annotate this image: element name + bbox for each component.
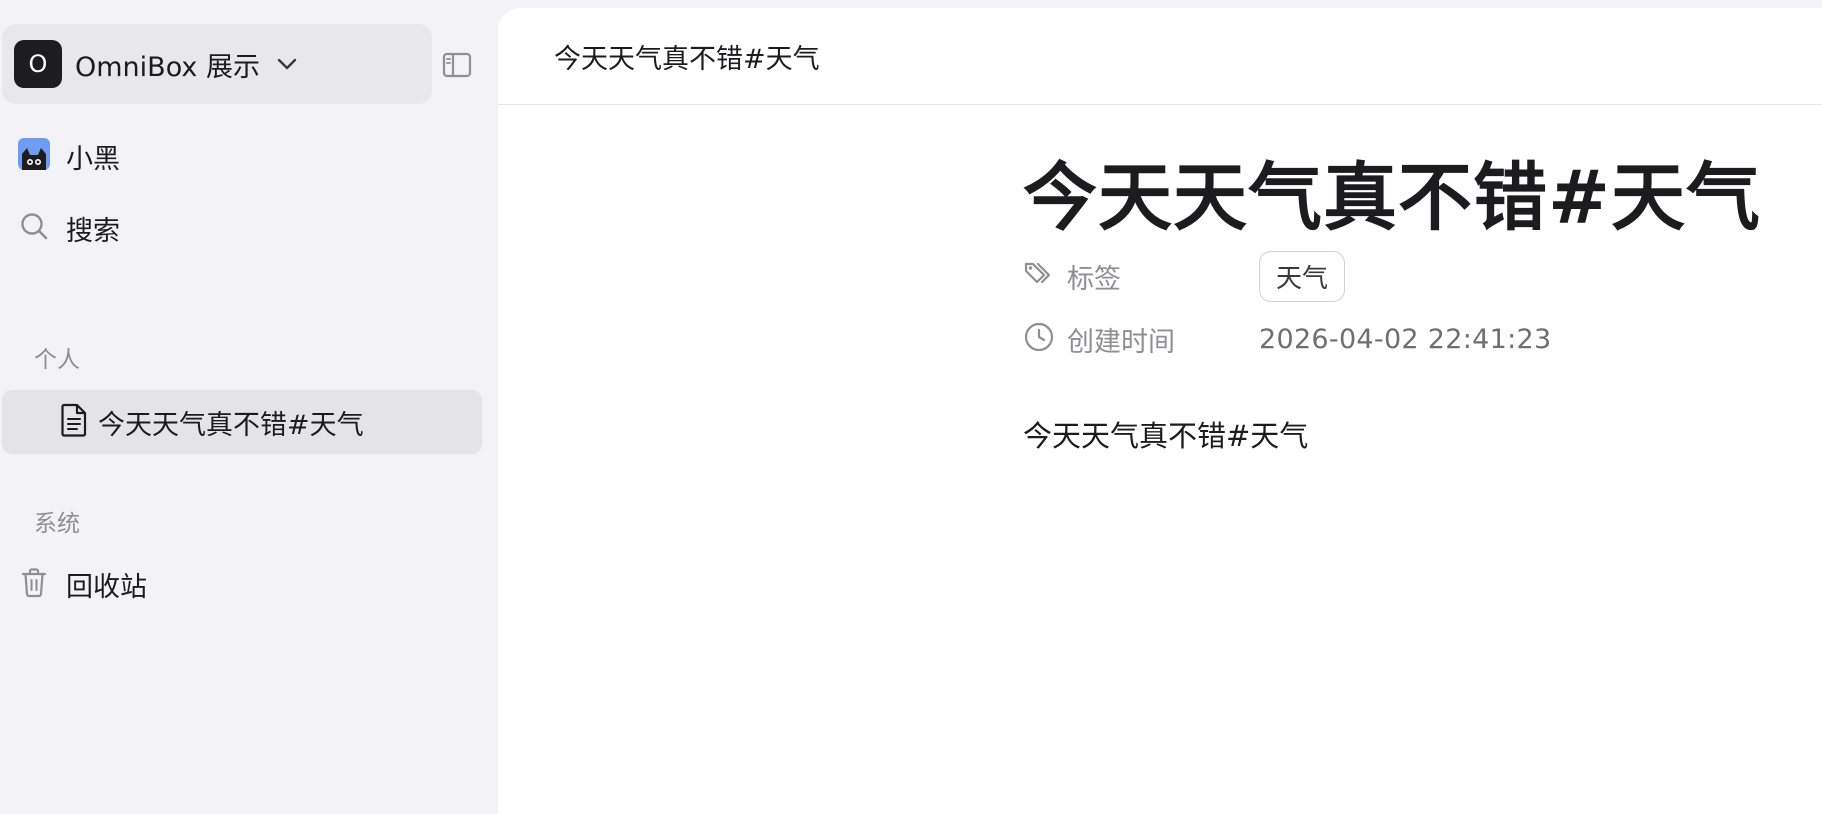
workspace-name: OmniBox 展示 — [75, 51, 260, 83]
property-created: 创建时间 2026-04-02 22:41:23 — [1023, 314, 1551, 364]
document-body[interactable]: 今天天气真不错#天气 — [1023, 413, 1308, 455]
document-pane: 今天天气真不错#天气 今天天气真不错#天气 标签 天气 创建时间 2026-04… — [498, 8, 1822, 814]
property-tags-label: 标签 — [1067, 263, 1121, 295]
section-system-label: 系统 — [34, 511, 80, 537]
nav-trash-label: 回收站 — [66, 571, 147, 603]
chevron-down-icon — [276, 53, 298, 75]
breadcrumb-title[interactable]: 今天天气真不错#天气 — [554, 37, 820, 76]
clock-icon — [1023, 321, 1055, 357]
document-icon — [60, 403, 88, 441]
document-title[interactable]: 今天天气真不错#天气 — [1023, 138, 1761, 245]
tag-icon — [1023, 258, 1055, 294]
property-created-key: 创建时间 — [1023, 320, 1259, 359]
property-created-label: 创建时间 — [1067, 326, 1175, 358]
nav-user-label: 小黑 — [66, 143, 120, 175]
nav-search[interactable]: 搜索 — [18, 206, 120, 250]
trash-icon — [18, 566, 50, 602]
property-tags-key: 标签 — [1023, 257, 1259, 296]
document-header: 今天天气真不错#天气 — [498, 8, 1822, 105]
nav-trash[interactable]: 回收站 — [18, 562, 147, 606]
sidebar-doc-label: 今天天气真不错#天气 — [98, 409, 364, 441]
workspace-avatar: O — [14, 40, 62, 88]
sidebar-toggle-icon[interactable] — [441, 49, 473, 81]
property-tags: 标签 天气 — [1023, 250, 1346, 302]
sidebar-doc-item[interactable]: 今天天气真不错#天气 — [2, 390, 482, 454]
nav-user[interactable]: 小黑 — [18, 134, 120, 178]
workspace-switcher[interactable]: O OmniBox 展示 — [2, 24, 432, 104]
sidebar: O OmniBox 展示 小黑 搜索 个人 今天天气真不错#天气 系统 回收站 — [0, 0, 498, 814]
search-icon — [18, 210, 50, 246]
user-avatar — [18, 138, 50, 174]
tag-chip[interactable]: 天气 — [1259, 250, 1346, 302]
section-personal-label: 个人 — [34, 347, 80, 373]
property-created-value: 2026-04-02 22:41:23 — [1259, 323, 1552, 355]
nav-search-label: 搜索 — [66, 215, 120, 247]
